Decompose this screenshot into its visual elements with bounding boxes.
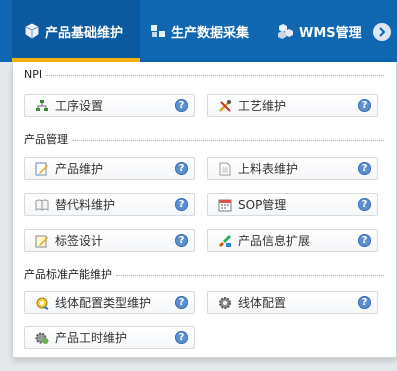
cube-stack-icon bbox=[151, 25, 165, 37]
dropdown-menu-panel: NPI 工序设置 ? 工艺维护 ? 产品管理 产品维护 ? 上料表维护 ? 替代… bbox=[12, 62, 397, 358]
menu-item-line-config-type-maintenance[interactable]: 线体配置类型维护 ? bbox=[24, 291, 195, 314]
tab-partial-left[interactable] bbox=[0, 0, 12, 62]
tab-label: 生产数据采集 bbox=[171, 25, 250, 41]
book-icon bbox=[35, 199, 49, 211]
document-icon bbox=[219, 162, 231, 175]
menu-item-feeding-table-maintenance[interactable]: 上料表维护 ? bbox=[207, 157, 378, 180]
help-icon[interactable]: ? bbox=[175, 234, 188, 247]
section-header-standard-capacity: 产品标准产能维护 bbox=[24, 266, 384, 282]
scroll-tabs-right-button[interactable] bbox=[373, 23, 391, 41]
tab-label: 产品基础维护 bbox=[45, 25, 124, 41]
tab-wms-management[interactable]: WMS管理 bbox=[278, 0, 362, 62]
top-navigation-bar: 产品基础维护 生产数据采集 WMS管理 bbox=[0, 0, 397, 62]
help-icon[interactable]: ? bbox=[358, 99, 371, 112]
cubes-icon bbox=[278, 24, 293, 39]
help-icon[interactable]: ? bbox=[175, 198, 188, 211]
menu-item-substitute-material-maintenance[interactable]: 替代料维护 ? bbox=[24, 193, 195, 216]
help-icon[interactable]: ? bbox=[358, 162, 371, 175]
menu-item-product-info-extension[interactable]: 产品信息扩展 ? bbox=[207, 229, 378, 252]
menu-item-product-work-hour-maintenance[interactable]: 产品工时维护 ? bbox=[24, 326, 195, 349]
edit-document-icon bbox=[35, 162, 48, 175]
section-header-product-management: 产品管理 bbox=[24, 131, 384, 147]
chevron-right-icon bbox=[379, 27, 386, 37]
calendar-icon bbox=[218, 199, 232, 211]
tools-icon bbox=[219, 99, 231, 112]
tab-product-basic-maintenance[interactable]: 产品基础维护 bbox=[12, 0, 140, 62]
gear-wrench-icon bbox=[36, 297, 49, 310]
label-edit-icon bbox=[35, 235, 48, 247]
help-icon[interactable]: ? bbox=[175, 162, 188, 175]
menu-item-product-maintenance[interactable]: 产品维护 ? bbox=[24, 157, 195, 180]
gear-icon bbox=[219, 296, 231, 309]
help-icon[interactable]: ? bbox=[175, 296, 188, 309]
menu-item-craft-maintenance[interactable]: 工艺维护 ? bbox=[207, 94, 378, 117]
palette-brush-icon bbox=[219, 234, 231, 247]
menu-item-sop-management[interactable]: SOP管理 ? bbox=[207, 193, 378, 216]
gear-clock-icon bbox=[35, 332, 49, 344]
section-header-npi: NPI bbox=[24, 68, 384, 81]
tab-production-data-collection[interactable]: 生产数据采集 bbox=[150, 0, 249, 62]
tab-label: WMS管理 bbox=[299, 25, 362, 41]
help-icon[interactable]: ? bbox=[175, 99, 188, 112]
help-icon[interactable]: ? bbox=[358, 198, 371, 211]
help-icon[interactable]: ? bbox=[175, 331, 188, 344]
menu-item-process-setting[interactable]: 工序设置 ? bbox=[24, 94, 195, 117]
tree-structure-icon bbox=[36, 99, 48, 111]
help-icon[interactable]: ? bbox=[358, 234, 371, 247]
cube-icon bbox=[25, 23, 39, 39]
help-icon[interactable]: ? bbox=[358, 296, 371, 309]
menu-item-line-config[interactable]: 线体配置 ? bbox=[207, 291, 378, 314]
menu-item-label-design[interactable]: 标签设计 ? bbox=[24, 229, 195, 252]
